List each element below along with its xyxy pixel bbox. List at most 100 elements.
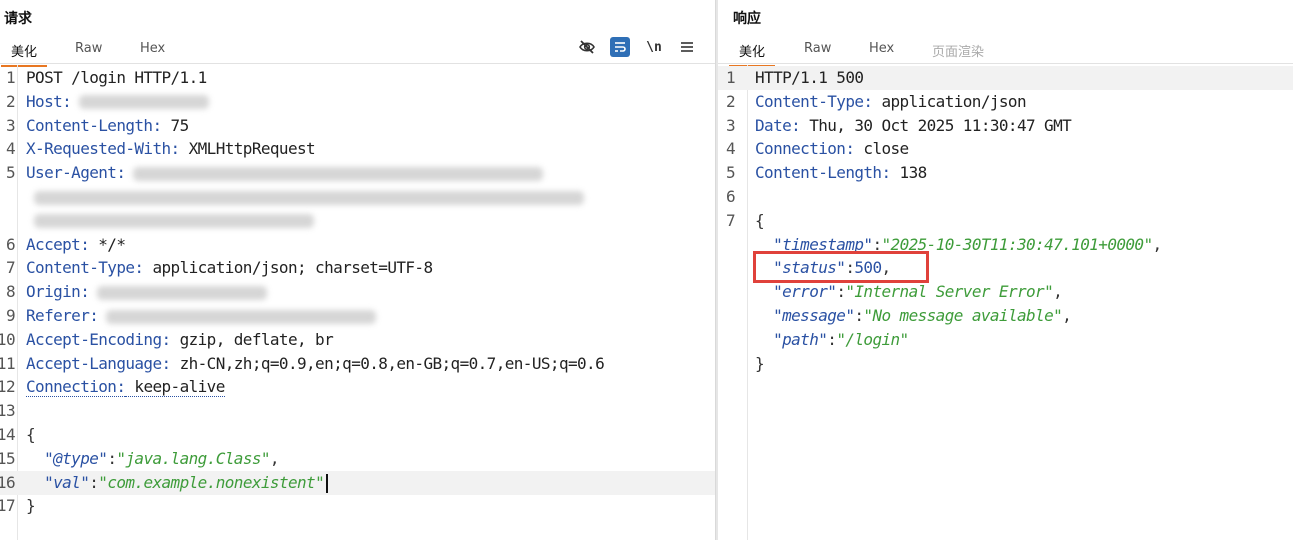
code-token: ,	[269, 448, 280, 468]
code-line[interactable]: 9 Referer:	[0, 304, 715, 328]
code-line[interactable]: 3 Date: Thu, 30 Oct 2025 11:30:47 GMT	[718, 114, 1293, 138]
code-token: :	[89, 472, 99, 492]
code-line[interactable]: 7 Content-Type: application/json; charset…	[0, 256, 715, 280]
code-token: Accept-Language:	[26, 353, 171, 373]
code-token: Referer:	[26, 306, 99, 325]
code-line[interactable]: 10 Accept-Encoding: gzip, deflate, br	[0, 328, 715, 352]
tab-hex[interactable]: Hex	[869, 41, 894, 56]
code-token: Accept-Encoding:	[26, 329, 171, 349]
tab-pretty[interactable]: 美化	[728, 41, 776, 67]
code-text: Accept-Language: zh-CN,zh;q=0.9,en;q=0.8…	[26, 352, 605, 376]
code-token: Origin:	[26, 282, 90, 302]
code-text: User-Agent:	[26, 161, 544, 185]
code-text: POST /login HTTP/1.1	[26, 66, 207, 90]
line-number: 5	[5, 163, 16, 183]
code-text: Connection: close	[755, 137, 909, 161]
code-text: }	[755, 352, 765, 376]
code-line[interactable]: 4 X-Requested-With: XMLHttpRequest	[0, 137, 715, 161]
code-text: Content-Length: 75	[26, 114, 189, 138]
code-token: Thu, 30 Oct 2025 11:30:47 GMT	[800, 115, 1072, 135]
redacted-value	[34, 190, 584, 205]
code-line[interactable]	[0, 185, 715, 209]
line-number: 16	[0, 472, 16, 492]
code-token: Date:	[755, 115, 801, 135]
code-line[interactable]: 1 POST /login HTTP/1.1	[0, 66, 715, 90]
code-line[interactable]: 1 HTTP/1.1 500	[718, 66, 1293, 90]
code-line[interactable]: "message":"No message available",	[718, 304, 1293, 328]
code-text: Accept-Encoding: gzip, deflate, br	[26, 328, 334, 352]
code-token: User-Agent:	[26, 163, 126, 183]
tab-hex[interactable]: Hex	[140, 41, 165, 56]
code-text: Host:	[26, 90, 210, 114]
code-token: XMLHttpRequest	[179, 139, 316, 159]
code-token: "message"	[773, 306, 855, 325]
tab-render[interactable]: 页面渲染	[932, 41, 984, 60]
code-token: :	[836, 282, 846, 302]
line-number: 10	[0, 329, 16, 349]
code-line[interactable]: 13	[0, 399, 715, 423]
code-line[interactable]: 5 User-Agent:	[0, 161, 715, 185]
code-line[interactable]: }	[718, 352, 1293, 376]
code-text: HTTP/1.1 500	[755, 66, 864, 90]
menu-icon[interactable]	[677, 37, 697, 57]
tab-pretty[interactable]: 美化	[0, 41, 48, 67]
line-number: 11	[0, 353, 16, 373]
code-token: Connection:	[26, 377, 126, 398]
code-line[interactable]: 6 Accept: */*	[0, 233, 715, 257]
code-token: "Internal Server Error"	[845, 282, 1054, 302]
code-line[interactable]: 12 Connection: keep-alive	[0, 375, 715, 399]
line-number: 6	[726, 187, 736, 206]
wrap-icon[interactable]	[610, 37, 630, 57]
line-number: 12	[0, 377, 16, 397]
request-editor[interactable]: 1 POST /login HTTP/1.1 2 Host: 3 Content-Leng…	[0, 65, 715, 540]
line-number: 1	[726, 68, 736, 87]
code-line[interactable]: "error":"Internal Server Error",	[718, 280, 1293, 304]
code-token: :	[107, 448, 117, 468]
line-number: 5	[726, 163, 736, 183]
code-token: 138	[890, 163, 928, 183]
code-line[interactable]: 5 Content-Length: 138	[718, 161, 1293, 185]
code-token: "/login"	[836, 329, 909, 349]
code-line[interactable]	[0, 209, 715, 233]
code-token: Connection:	[755, 139, 855, 159]
code-line[interactable]: 3 Content-Length: 75	[0, 114, 715, 138]
code-line[interactable]: "path":"/login"	[718, 328, 1293, 352]
line-number: 14	[0, 425, 16, 444]
code-token: Content-Type:	[755, 91, 873, 111]
code-text: "path":"/login"	[755, 328, 909, 352]
code-line[interactable]: 6	[718, 185, 1293, 209]
code-line[interactable]: 15 "@type":"java.lang.Class",	[0, 447, 715, 471]
code-line[interactable]: 8 Origin:	[0, 280, 715, 304]
redacted-value	[106, 309, 377, 324]
code-text	[26, 209, 314, 233]
code-line[interactable]: 4 Connection: close	[718, 137, 1293, 161]
redacted-value	[97, 285, 268, 300]
code-text: "message":"No message available",	[755, 304, 1072, 328]
tab-raw[interactable]: Raw	[75, 41, 102, 56]
line-number: 17	[0, 496, 16, 516]
code-line[interactable]: 2 Host:	[0, 90, 715, 114]
code-line[interactable]: 2 Content-Type: application/json	[718, 90, 1293, 114]
code-line[interactable]: 16 "val":"com.example.nonexistent"	[0, 470, 715, 495]
newline-icon[interactable]: \n	[644, 37, 664, 57]
code-token: Accept:	[26, 234, 90, 254]
response-title: 响应	[733, 11, 761, 27]
request-pane: 请求 美化 Raw Hex \n 1 POST /login HTTP/1.1 2 H…	[0, 0, 716, 540]
code-token: :	[827, 329, 837, 349]
code-line[interactable]: 11 Accept-Language: zh-CN,zh;q=0.9,en;q=0…	[0, 352, 715, 376]
request-toolbar: \n	[577, 37, 699, 57]
code-line[interactable]: 7{	[718, 209, 1293, 233]
code-token: "com.example.nonexistent"	[98, 472, 325, 492]
code-line[interactable]: 14 {	[0, 423, 715, 447]
line-number: 7	[726, 210, 736, 230]
response-editor[interactable]: 1 HTTP/1.1 500 2 Content-Type: application/…	[718, 65, 1293, 540]
line-number: 15	[0, 448, 16, 468]
code-line[interactable]: 17}	[0, 494, 715, 518]
code-text: "error":"Internal Server Error",	[755, 280, 1063, 304]
annotation-box	[753, 251, 929, 283]
eye-slash-icon[interactable]	[577, 37, 597, 57]
code-token: Content-Type:	[26, 258, 144, 278]
tab-raw[interactable]: Raw	[804, 41, 831, 56]
